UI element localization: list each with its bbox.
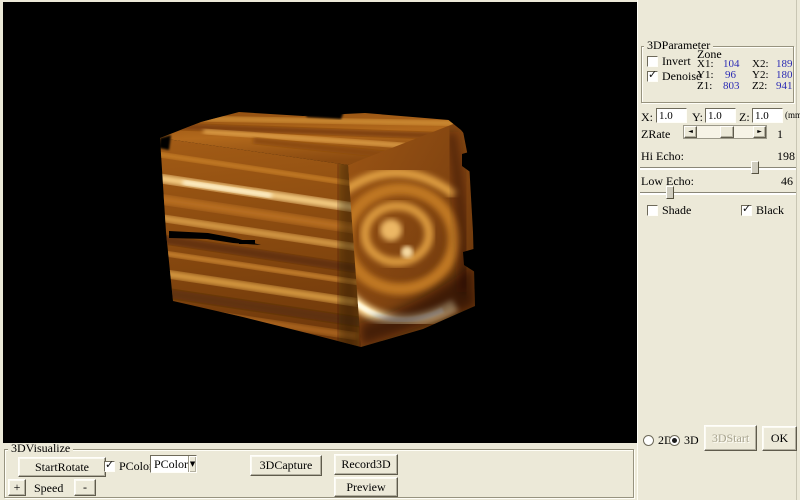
mode-3d-radio-circle[interactable] <box>669 435 680 446</box>
zrate-scrollbar[interactable]: ◄ ► <box>683 125 767 139</box>
checkmark-icon: ✓ <box>648 69 657 80</box>
denoise-checkbox[interactable]: ✓ Denoise <box>647 69 701 84</box>
shade-checkbox-box[interactable] <box>647 205 658 216</box>
mode-2d-radio-circle[interactable] <box>643 435 654 446</box>
parameter-panel: 3DParameter Invert ✓ Denoise Zone X1: 10… <box>637 0 800 500</box>
mode-3d-radio-label: 3D <box>684 433 699 448</box>
render-viewport-3d[interactable] <box>3 2 637 443</box>
pcolor-combobox[interactable]: PColor ▼ <box>150 455 197 473</box>
speed-minus-button[interactable]: - <box>74 479 96 496</box>
radio-dot-icon <box>672 438 677 443</box>
invert-checkbox[interactable]: Invert <box>647 54 691 69</box>
speed-plus-button[interactable]: + <box>8 479 26 496</box>
pcolor-checkbox-box[interactable]: ✓ <box>104 461 115 472</box>
group-3dvisualize-title: 3DVisualize <box>8 443 73 454</box>
zone-z2-label: Z2: <box>752 80 767 92</box>
checkmark-icon: ✓ <box>742 203 751 214</box>
zrate-scroll-right-button[interactable]: ► <box>753 126 766 138</box>
capture-3d-button[interactable]: 3DCapture <box>250 455 322 476</box>
voxel-y-field[interactable] <box>705 108 736 123</box>
hi-echo-label: Hi Echo: <box>641 149 684 164</box>
hi-echo-slider-track[interactable] <box>640 167 796 170</box>
voxel-z-field[interactable] <box>752 108 783 123</box>
zrate-scroll-left-button[interactable]: ◄ <box>684 126 697 138</box>
low-echo-value: 46 <box>781 174 793 189</box>
start-rotate-button[interactable]: StartRotate <box>18 457 106 477</box>
denoise-checkbox-label: Denoise <box>662 69 701 84</box>
application-window: 3DParameter Invert ✓ Denoise Zone X1: 10… <box>0 0 800 500</box>
mode-3d-radio[interactable]: 3D <box>669 433 699 448</box>
hi-echo-slider-thumb[interactable] <box>751 161 759 174</box>
voxel-x-input[interactable] <box>659 109 684 122</box>
scroll-left-icon: ◄ <box>688 129 693 135</box>
voxel-y-label: Y: <box>692 110 703 125</box>
pcolor-checkbox[interactable]: ✓ PColor <box>104 459 153 474</box>
shade-checkbox[interactable]: Shade <box>647 203 691 218</box>
low-echo-slider-track[interactable] <box>640 192 796 195</box>
black-checkbox[interactable]: ✓ Black <box>741 203 784 218</box>
black-checkbox-box[interactable]: ✓ <box>741 205 752 216</box>
scroll-right-icon: ► <box>757 129 762 135</box>
voxel-x-label: X: <box>641 110 653 125</box>
speed-label: Speed <box>34 481 63 496</box>
denoise-checkbox-box[interactable]: ✓ <box>647 71 658 82</box>
voxel-z-input[interactable] <box>755 109 780 122</box>
visualize-panel: 3DVisualize StartRotate + Speed - ✓ PCol… <box>0 443 637 500</box>
zone-z2-value: 941 <box>776 80 793 92</box>
zrate-label: ZRate <box>641 127 670 142</box>
voxel-x-field[interactable] <box>656 108 687 123</box>
start3d-button[interactable]: 3DStart <box>704 425 757 451</box>
volume-render-3d <box>3 2 637 443</box>
low-echo-slider-thumb[interactable] <box>666 186 674 199</box>
chevron-down-icon[interactable]: ▼ <box>188 456 196 472</box>
shade-checkbox-label: Shade <box>662 203 691 218</box>
combo-arrow-glyph: ▼ <box>190 460 195 468</box>
pcolor-combobox-value: PColor <box>151 457 188 472</box>
invert-checkbox-box[interactable] <box>647 56 658 67</box>
hi-echo-value: 198 <box>777 149 795 164</box>
record-3d-button[interactable]: Record3D <box>334 454 398 475</box>
black-checkbox-label: Black <box>756 203 784 218</box>
voxel-y-input[interactable] <box>708 109 733 122</box>
checkmark-icon: ✓ <box>105 459 114 470</box>
ok-button[interactable]: OK <box>762 426 797 451</box>
preview-button[interactable]: Preview <box>334 477 398 497</box>
zone-z1-label: Z1: <box>697 80 712 92</box>
voxel-unit-label: (mm/p) <box>785 110 800 120</box>
zrate-scroll-thumb[interactable] <box>720 126 734 138</box>
panel-right-edge <box>796 0 797 500</box>
zrate-value: 1 <box>777 127 783 142</box>
invert-checkbox-label: Invert <box>662 54 691 69</box>
pcolor-checkbox-label: PColor <box>119 459 153 474</box>
zone-z1-value: 803 <box>723 80 740 92</box>
voxel-z-label: Z: <box>739 110 750 125</box>
